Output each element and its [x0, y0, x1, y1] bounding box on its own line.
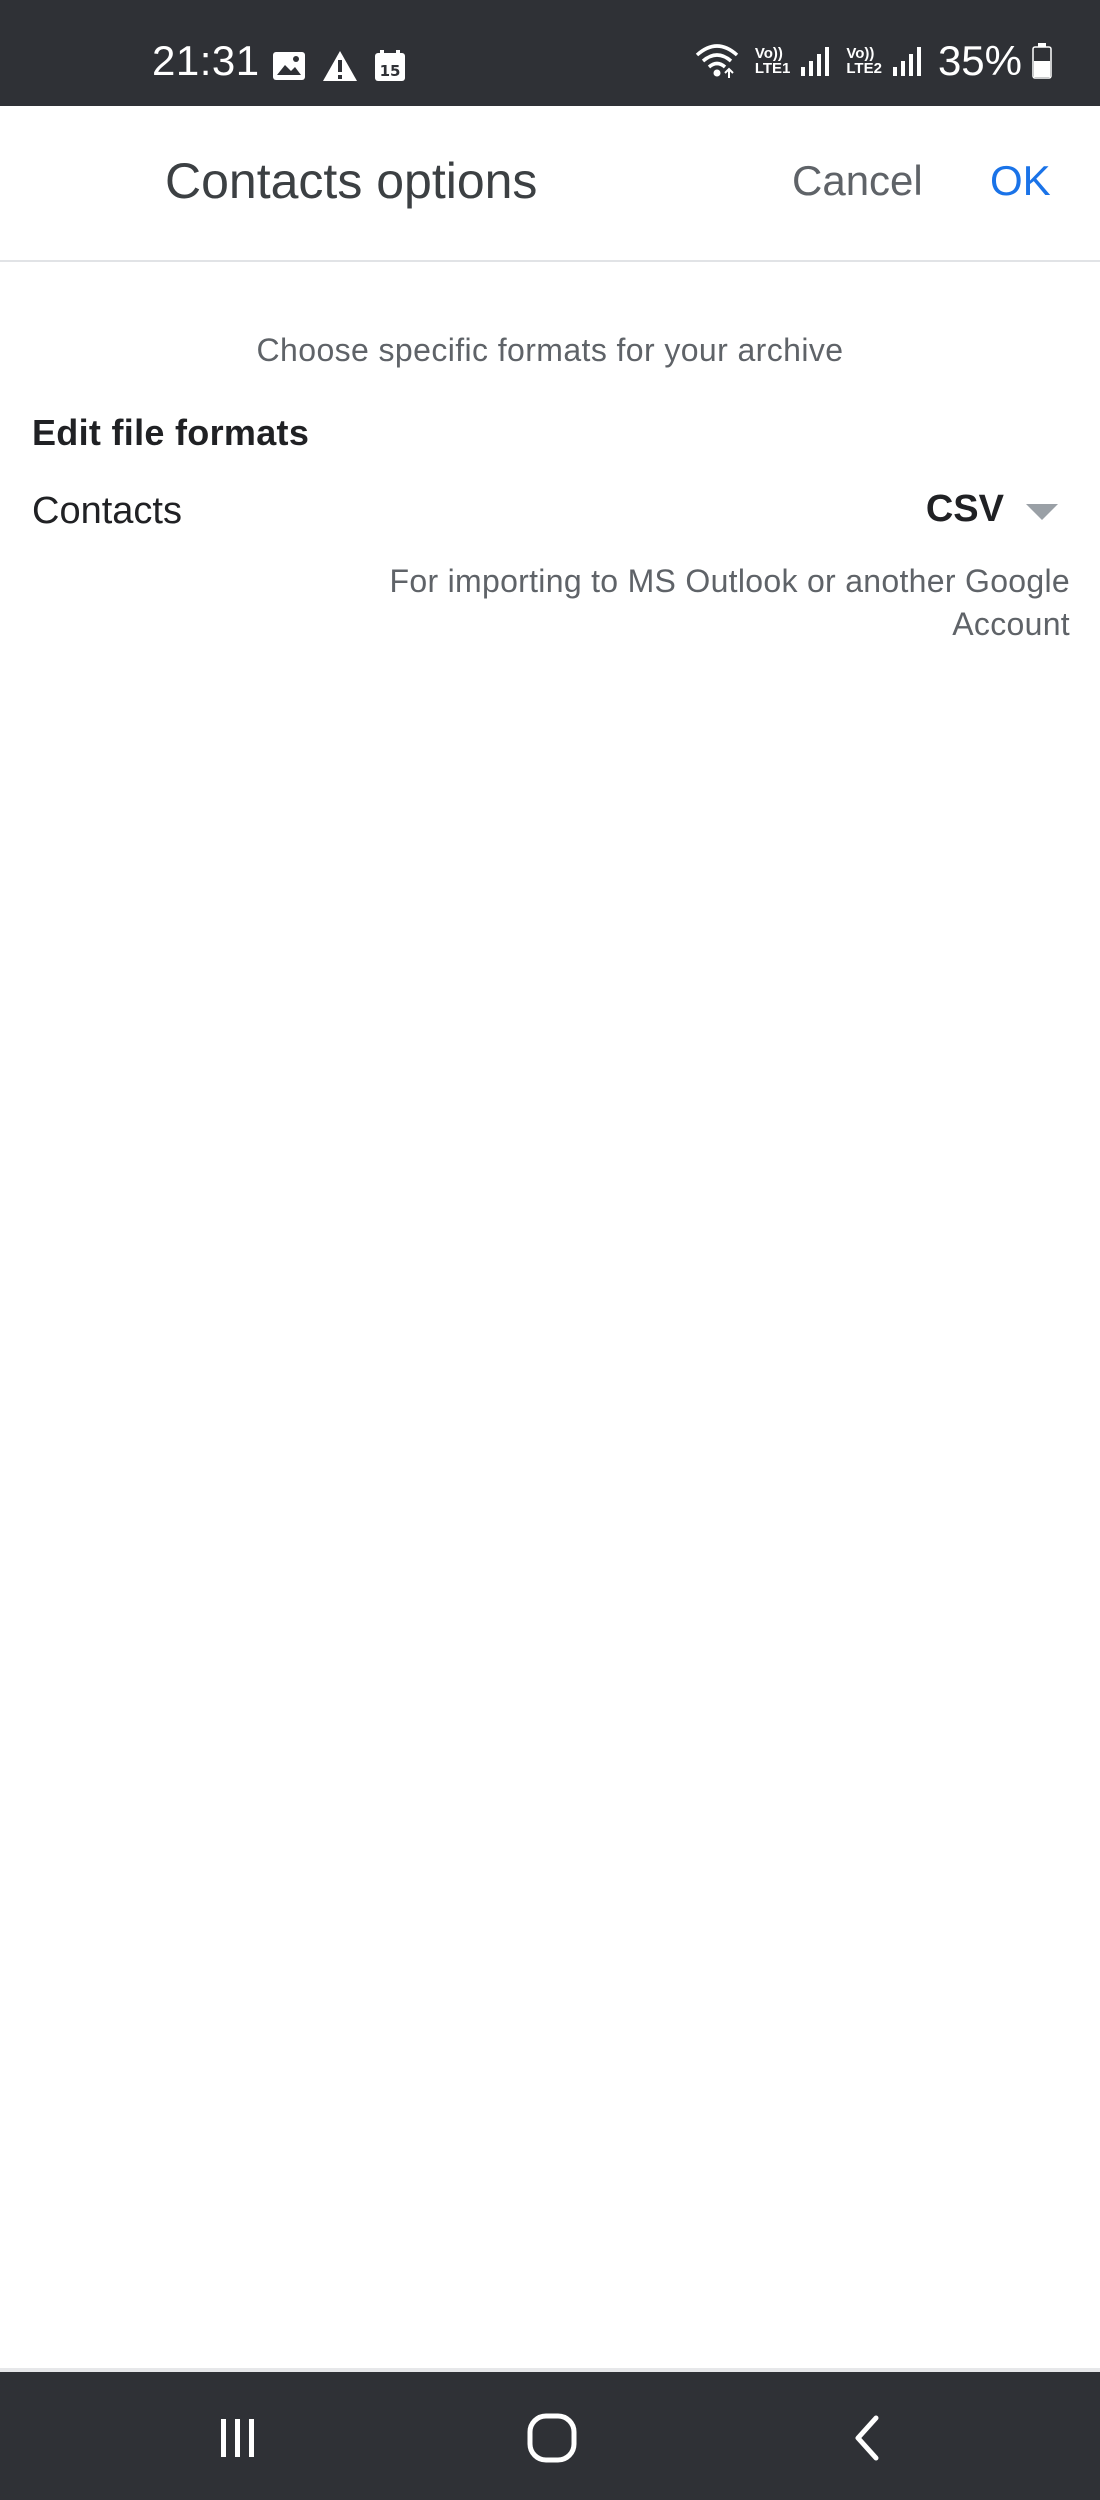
battery-icon: [1032, 43, 1052, 79]
format-description: For importing to MS Outlook or another G…: [389, 563, 1070, 642]
battery-percent: 35%: [937, 37, 1022, 84]
sim2-lte: LTE2: [846, 60, 882, 77]
calendar-icon: 15: [375, 50, 405, 81]
sim2-label: Vo)) LTE2: [846, 46, 882, 76]
home-button[interactable]: [522, 2410, 582, 2466]
status-bar: 21:31 15 Vo)) LTE1 Vo)) LTE2 35%: [0, 0, 1100, 106]
gallery-icon: [273, 52, 305, 80]
navigation-bar: [0, 2368, 1100, 2500]
sim1-lte: LTE1: [754, 60, 791, 77]
recents-button[interactable]: [208, 2410, 268, 2466]
section-heading: Edit file formats: [32, 412, 310, 453]
status-time: 21:31: [152, 37, 260, 84]
dropdown-arrow-icon: [1026, 503, 1058, 520]
contacts-format-dropdown[interactable]: CSV: [926, 488, 1058, 531]
home-icon: [527, 2413, 577, 2463]
selected-format: CSV: [925, 488, 1004, 530]
system-icons: Vo)) LTE1 Vo)) LTE2 35%: [695, 40, 1052, 82]
screen: 21:31 15 Vo)) LTE1 Vo)) LTE2 35% Contact…: [0, 0, 1100, 2500]
notification-icons: 15: [272, 50, 406, 82]
subtitle: Choose specific formats for your archive: [256, 332, 844, 368]
app-bar: Contacts options Cancel OK: [0, 106, 1100, 262]
warning-icon: [323, 51, 357, 81]
sim1-volte: Vo)): [754, 45, 783, 62]
recents-icon: [221, 2419, 254, 2457]
back-button[interactable]: [838, 2410, 898, 2466]
wifi-icon: [695, 44, 738, 78]
calendar-day: 15: [380, 62, 401, 80]
sim1-label: Vo)) LTE1: [755, 46, 791, 76]
contacts-format-label: Contacts: [32, 490, 182, 532]
page-title: Contacts options: [165, 153, 538, 209]
signal-icon: [892, 47, 921, 76]
signal-icon: [801, 47, 830, 76]
back-icon: [855, 2415, 879, 2461]
cancel-button[interactable]: Cancel: [792, 160, 923, 202]
ok-button[interactable]: OK: [990, 160, 1051, 202]
sim2-volte: Vo)): [846, 45, 875, 62]
